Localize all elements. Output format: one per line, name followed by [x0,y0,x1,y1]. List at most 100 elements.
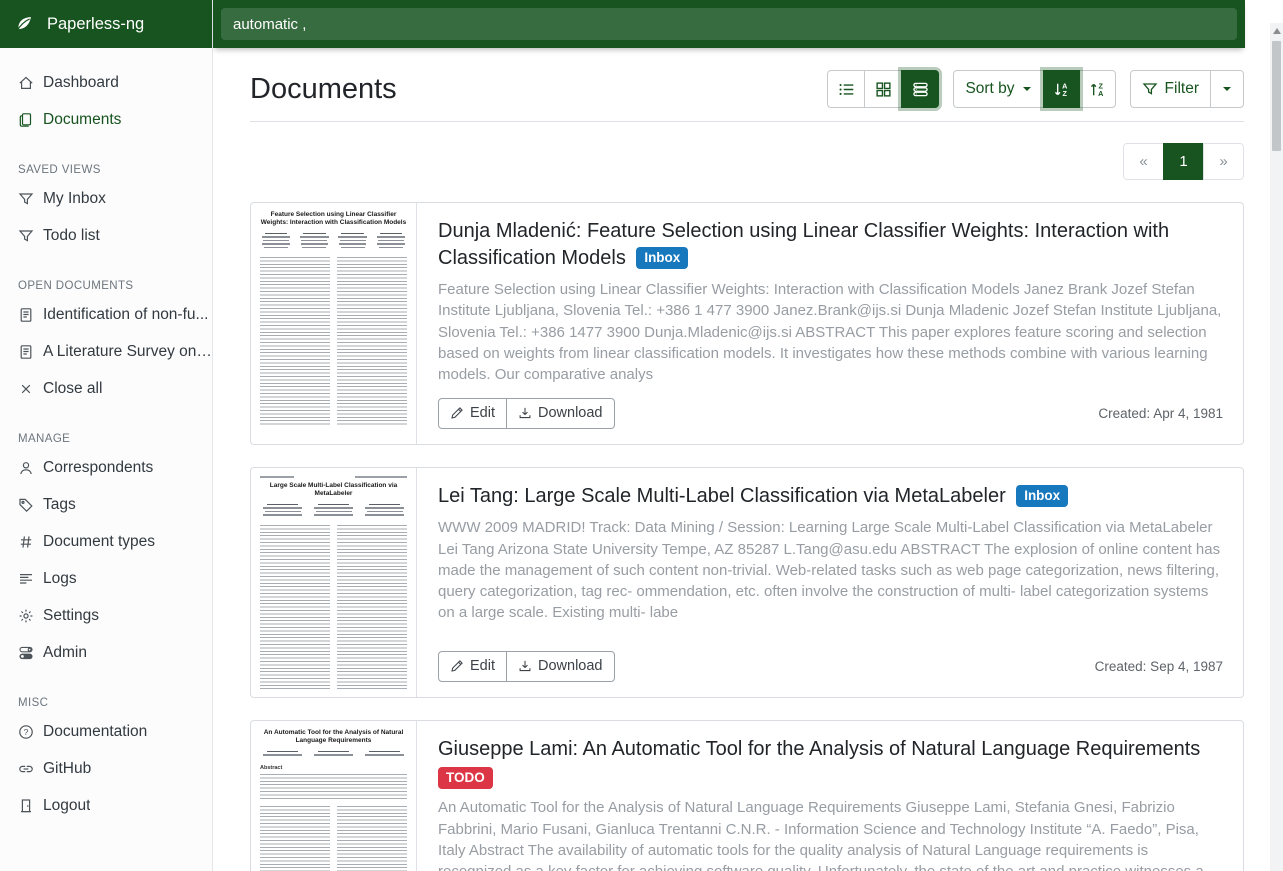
document-thumbnail[interactable]: Large Scale Multi-Label Classification v… [251,468,417,697]
thumbnail-page: Feature Selection using Linear Classifie… [251,203,416,432]
sidebar-item-logout[interactable]: Logout [0,787,212,824]
sidebar-item-document-types[interactable]: Document types [0,523,212,560]
main-column: Documents [213,0,1283,871]
list-ul-icon [838,81,855,98]
sidebar-item-github[interactable]: GitHub [0,750,212,787]
tag-icon [18,497,34,513]
sidebar-item-correspondents[interactable]: Correspondents [0,449,212,486]
scrollbar-thumb[interactable] [1272,41,1281,151]
download-icon [518,406,532,420]
sort-by-dropdown[interactable]: Sort by [953,70,1043,108]
sidebar-item-admin[interactable]: Admin [0,634,212,671]
sidebar-item-dashboard[interactable]: Dashboard [0,64,212,101]
brand[interactable]: Paperless-ng [0,0,212,48]
thumbnail-abstract-label: Abstract [260,765,407,771]
sidebar-item-close-all[interactable]: Close all [0,370,212,407]
sidebar-item-label: Dashboard [43,74,119,92]
sidebar-item-label: Documents [43,111,121,129]
sort-group: Sort by AZ ZA [953,70,1115,108]
sidebar-item-documentation[interactable]: ? Documentation [0,713,212,750]
filter-label: Filter [1165,80,1199,98]
sort-descending-button[interactable]: AZ [1043,70,1080,108]
document-title[interactable]: Dunja Mladenić: Feature Selection using … [438,220,1169,269]
document-title-row: Giuseppe Lami: An Automatic Tool for the… [438,736,1223,790]
question-circle-icon: ? [18,724,34,740]
tag-badge-inbox[interactable]: Inbox [1016,485,1068,507]
sidebar-item-documents[interactable]: Documents [0,101,212,138]
scrollbar-up-arrow[interactable] [1273,28,1281,34]
content-area: Documents [213,48,1283,871]
document-title[interactable]: Giuseppe Lami: An Automatic Tool for the… [438,738,1200,760]
filter-dropdown-toggle[interactable] [1210,70,1244,108]
document-card-body: Giuseppe Lami: An Automatic Tool for the… [417,721,1243,871]
document-thumbnail[interactable]: Feature Selection using Linear Classifie… [251,203,417,444]
download-label: Download [538,658,603,674]
sidebar-item-label: Correspondents [43,459,153,477]
sidebar-item-label: Logs [43,570,77,588]
download-button[interactable]: Download [506,398,615,429]
download-button[interactable]: Download [506,651,615,682]
scrollbar[interactable] [1270,23,1283,871]
sidebar-nav: Dashboard Documents SAVED VIEWS My Inbox [0,48,212,824]
stacked-cards-icon [912,81,929,98]
page-header: Documents [250,48,1244,122]
tag-badge-todo[interactable]: TODO [438,767,493,789]
sidebar-item-label: Close all [43,380,102,398]
thumbnail-title: Large Scale Multi-Label Classification v… [260,482,407,499]
sidebar-item-label: Settings [43,607,99,625]
sidebar-item-label: Todo list [43,227,100,245]
edit-button[interactable]: Edit [438,398,507,429]
sidebar-item-open-doc-2[interactable]: A Literature Survey on ... [0,333,212,370]
sidebar-item-settings[interactable]: Settings [0,597,212,634]
download-label: Download [538,405,603,421]
sidebar-item-logs[interactable]: Logs [0,560,212,597]
thumbnail-page: Large Scale Multi-Label Classification v… [251,468,416,697]
pagination-page-1[interactable]: 1 [1163,143,1204,180]
view-list-button[interactable] [827,70,865,108]
document-thumbnail[interactable]: An Automatic Tool for the Analysis of Na… [251,721,417,871]
sidebar-item-todo-list[interactable]: Todo list [0,217,212,254]
sort-ascending-button[interactable]: ZA [1079,70,1116,108]
sidebar-item-my-inbox[interactable]: My Inbox [0,180,212,217]
file-text-icon [18,344,34,360]
leaf-icon [15,15,33,33]
brand-name: Paperless-ng [47,15,144,34]
sidebar-section-misc: MISC [0,693,212,713]
funnel-icon [18,191,34,207]
filter-group: Filter [1130,70,1244,108]
sidebar-item-label: Logout [43,797,90,815]
home-icon [18,75,34,91]
document-title-row: Lei Tang: Large Scale Multi-Label Classi… [438,483,1223,510]
sidebar-item-label: Admin [43,644,87,662]
created-date: Created: Sep 4, 1987 [1095,659,1223,674]
app-window: Paperless-ng Dashboard Documents SAVED V… [0,0,1283,871]
sidebar-section-open-documents: OPEN DOCUMENTS [0,276,212,296]
pagination-prev[interactable]: « [1123,143,1164,180]
sort-alpha-down-icon: AZ [1053,81,1070,98]
pagination-next[interactable]: » [1203,143,1244,180]
document-card-body: Lei Tang: Large Scale Multi-Label Classi… [417,468,1243,697]
sidebar-item-open-doc-1[interactable]: Identification of non-fu... [0,296,212,333]
filter-button[interactable]: Filter [1130,70,1211,108]
tag-badge-inbox[interactable]: Inbox [636,247,688,269]
sidebar-item-label: Tags [43,496,76,514]
gear-icon [18,608,34,624]
sidebar-item-label: GitHub [43,760,91,778]
sidebar-item-label: Documentation [43,723,147,741]
search-input[interactable] [221,8,1237,40]
view-details-button[interactable] [901,70,939,108]
document-card-footer: Edit Download Created: Sep 4, 1987 [438,639,1223,682]
sidebar-section-manage: MANAGE [0,429,212,449]
edit-button[interactable]: Edit [438,651,507,682]
document-title[interactable]: Lei Tang: Large Scale Multi-Label Classi… [438,485,1006,507]
sidebar-item-label: Document types [43,533,155,551]
funnel-icon [1142,81,1158,97]
sidebar-item-tags[interactable]: Tags [0,486,212,523]
files-icon [18,112,34,128]
view-grid-button[interactable] [864,70,902,108]
sort-by-label: Sort by [965,80,1014,98]
document-card-footer: Edit Download Created: Apr 4, 1981 [438,386,1223,429]
caret-down-icon [1022,85,1032,93]
funnel-icon [18,228,34,244]
document-snippet: Feature Selection using Linear Classifie… [438,279,1223,385]
